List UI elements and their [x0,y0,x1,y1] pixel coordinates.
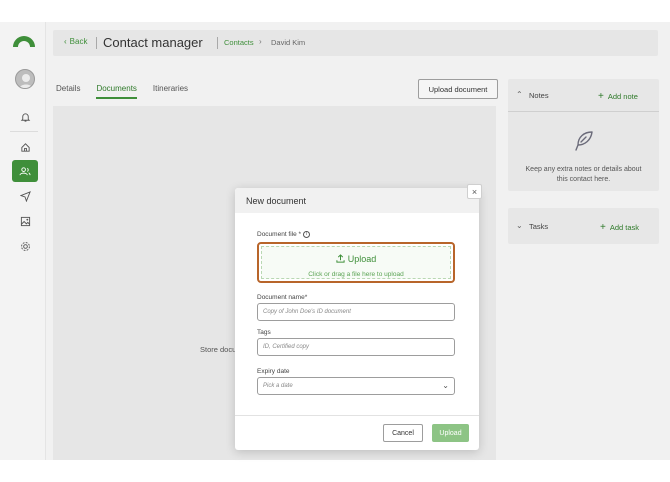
document-name-placeholder: Copy of John Doe's ID document [263,309,351,315]
tab-bar: Details Documents Itineraries [56,84,204,99]
home-icon[interactable] [12,136,38,158]
document-file-label-text: Document file * [257,231,302,239]
tab-itineraries[interactable]: Itineraries [153,84,188,99]
tab-details[interactable]: Details [56,84,80,99]
contacts-icon[interactable] [12,160,38,182]
image-icon[interactable] [12,210,38,232]
document-file-label: Document file * i [257,231,311,239]
chevron-up-icon[interactable]: ⌃ [516,90,523,99]
plus-icon: + [600,222,606,233]
modal-title: New document [246,196,307,206]
tasks-card: ⌄ Tasks + Add task [508,208,659,244]
avatar[interactable] [15,69,35,89]
chevron-right-icon: › [259,37,262,46]
sidebar-divider [10,131,38,132]
add-task-label: Add task [609,223,640,232]
header-divider [96,37,97,49]
breadcrumb-contacts[interactable]: Contacts [224,38,254,47]
send-icon[interactable] [12,185,38,207]
page-title: Contact manager [103,35,203,50]
add-note-label: Add note [607,92,638,101]
upload-label: Upload [347,254,377,264]
settings-icon[interactable] [12,235,38,257]
expiry-date-placeholder: Pick a date [263,383,293,389]
notes-header: ⌃ Notes + Add note [508,79,659,112]
expiry-date-select[interactable]: Pick a date ⌄ [257,377,455,395]
sidebar [0,22,46,460]
new-document-modal: New document × Document file * i Upload C… [235,184,482,450]
tags-input[interactable]: ID, Certified copy [257,338,455,356]
notes-title: Notes [529,91,549,100]
info-icon[interactable]: i [303,231,311,238]
notes-card: ⌃ Notes + Add note Keep any extra notes … [508,79,659,191]
empty-state-text: Store docu [200,345,237,354]
logo-icon [13,36,35,47]
tab-documents[interactable]: Documents [96,84,137,99]
modal-header: New document [235,188,479,213]
tags-placeholder: ID, Certified copy [263,344,310,350]
add-task-button[interactable]: + Add task [600,222,639,233]
add-note-button[interactable]: + Add note [598,91,638,102]
dropzone-hint: Click or drag a file here to upload [308,271,404,278]
document-name-input[interactable]: Copy of John Doe's ID document [257,303,455,321]
modal-footer: Cancel Upload [235,415,479,450]
cancel-button[interactable]: Cancel [383,424,423,442]
breadcrumb-current: David Kim [271,38,306,47]
page-header: ‹ Back Contact manager Contacts › David … [53,30,658,56]
back-button[interactable]: ‹ Back [64,37,87,46]
close-icon[interactable]: × [467,184,482,199]
file-dropzone[interactable]: Upload Click or drag a file here to uplo… [257,242,455,283]
back-label: Back [69,37,88,46]
tasks-title: Tasks [529,222,549,231]
document-name-label: Document name* [257,294,308,301]
expiry-date-label: Expiry date [257,368,290,375]
feather-icon [575,131,593,151]
dropzone-area: Upload Click or drag a file here to uplo… [261,246,451,279]
chevron-down-icon: ⌄ [442,381,449,390]
upload-document-button[interactable]: Upload document [418,79,498,99]
notes-empty-text: Keep any extra notes or details about th… [525,166,642,183]
upload-icon [336,254,345,263]
plus-icon: + [598,91,604,102]
header-divider [217,37,218,49]
chevron-down-icon[interactable]: ⌄ [516,221,523,230]
bell-icon[interactable] [12,106,38,128]
upload-submit-button[interactable]: Upload [432,424,469,442]
chevron-left-icon: ‹ [64,37,67,46]
tags-label: Tags [257,329,271,336]
dropzone-main: Upload [262,254,450,264]
